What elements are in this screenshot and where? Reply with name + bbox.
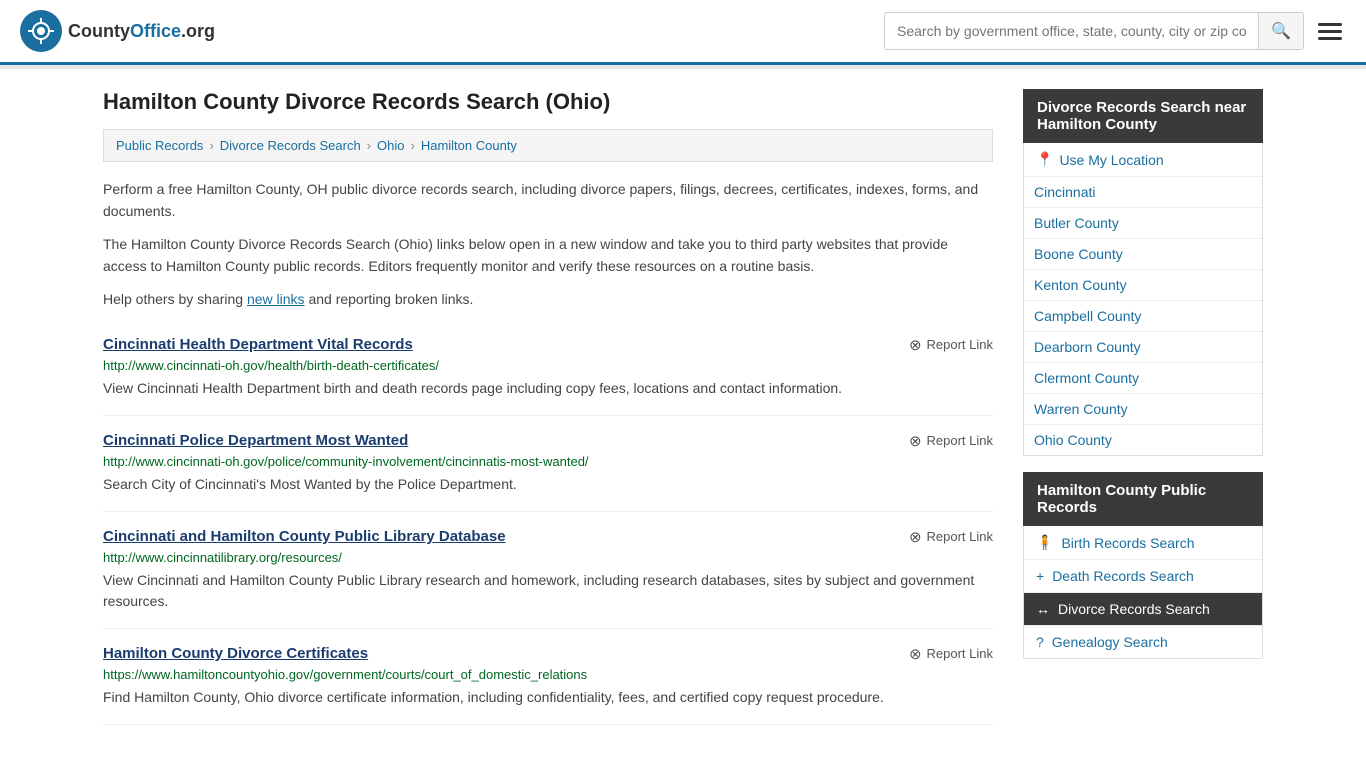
record-title[interactable]: Cincinnati Police Department Most Wanted xyxy=(103,432,408,449)
pr-item[interactable]: + Death Records Search xyxy=(1024,560,1262,593)
public-records-list: 🧍 Birth Records Search + Death Records Sear… xyxy=(1023,526,1263,659)
description-2: The Hamilton County Divorce Records Sear… xyxy=(103,233,993,278)
nearby-item[interactable]: Cincinnati xyxy=(1024,177,1262,208)
record-card: Hamilton County Divorce Certificates ⊗ R… xyxy=(103,629,993,725)
record-url[interactable]: http://www.cincinnati-oh.gov/police/comm… xyxy=(103,454,993,469)
page-title: Hamilton County Divorce Records Search (… xyxy=(103,89,993,115)
breadcrumb-public-records[interactable]: Public Records xyxy=(116,138,203,153)
logo-suffix: .org xyxy=(181,21,215,41)
record-title[interactable]: Cincinnati Health Department Vital Recor… xyxy=(103,336,413,353)
report-icon: ⊗ xyxy=(909,432,922,450)
nearby-list: 📍 Use My Location CincinnatiButler Count… xyxy=(1023,143,1263,456)
report-icon: ⊗ xyxy=(909,528,922,546)
search-button[interactable]: 🔍 xyxy=(1258,13,1303,49)
header-right: 🔍 xyxy=(884,12,1346,50)
record-description: Search City of Cincinnati's Most Wanted … xyxy=(103,474,993,495)
nearby-item[interactable]: Clermont County xyxy=(1024,363,1262,394)
menu-line-1 xyxy=(1318,23,1342,26)
report-link[interactable]: ⊗ Report Link xyxy=(909,645,993,663)
location-icon: 📍 xyxy=(1036,151,1053,168)
public-records-title: Hamilton County Public Records xyxy=(1023,472,1263,526)
breadcrumb-ohio[interactable]: Ohio xyxy=(377,138,404,153)
report-icon: ⊗ xyxy=(909,336,922,354)
description-3-pre: Help others by sharing xyxy=(103,291,247,307)
pr-label: Death Records Search xyxy=(1052,568,1194,584)
pr-item[interactable]: ? Genealogy Search xyxy=(1024,626,1262,658)
cross-icon: + xyxy=(1036,568,1044,584)
record-description: View Cincinnati Health Department birth … xyxy=(103,378,993,399)
report-link[interactable]: ⊗ Report Link xyxy=(909,432,993,450)
description-1: Perform a free Hamilton County, OH publi… xyxy=(103,178,993,223)
report-icon: ⊗ xyxy=(909,645,922,663)
record-description: View Cincinnati and Hamilton County Publ… xyxy=(103,570,993,612)
breadcrumb-hamilton-county[interactable]: Hamilton County xyxy=(421,138,517,153)
record-card-header: Cincinnati and Hamilton County Public Li… xyxy=(103,528,993,546)
description-3-post: and reporting broken links. xyxy=(305,291,474,307)
record-card-header: Cincinnati Police Department Most Wanted… xyxy=(103,432,993,450)
report-link[interactable]: ⊗ Report Link xyxy=(909,336,993,354)
nearby-item[interactable]: Campbell County xyxy=(1024,301,1262,332)
logo-icon xyxy=(20,10,62,52)
question-icon: ? xyxy=(1036,634,1044,650)
nearby-section: Divorce Records Search near Hamilton Cou… xyxy=(1023,89,1263,456)
new-links-link[interactable]: new links xyxy=(247,291,305,307)
report-label: Report Link xyxy=(927,529,993,544)
record-list: Cincinnati Health Department Vital Recor… xyxy=(103,320,993,725)
nearby-item[interactable]: Warren County xyxy=(1024,394,1262,425)
header: CountyOffice.org 🔍 xyxy=(0,0,1366,65)
report-link[interactable]: ⊗ Report Link xyxy=(909,528,993,546)
nearby-item[interactable]: Ohio County xyxy=(1024,425,1262,455)
record-card: Cincinnati and Hamilton County Public Li… xyxy=(103,512,993,629)
record-card-header: Hamilton County Divorce Certificates ⊗ R… xyxy=(103,645,993,663)
record-title[interactable]: Hamilton County Divorce Certificates xyxy=(103,645,368,662)
breadcrumb-divorce-records[interactable]: Divorce Records Search xyxy=(220,138,361,153)
logo-text: CountyOffice.org xyxy=(68,21,215,42)
record-url[interactable]: http://www.cincinnati-oh.gov/health/birt… xyxy=(103,358,993,373)
use-location-label: Use My Location xyxy=(1059,152,1163,168)
pr-label: Genealogy Search xyxy=(1052,634,1168,650)
report-label: Report Link xyxy=(927,337,993,352)
record-card-header: Cincinnati Health Department Vital Recor… xyxy=(103,336,993,354)
person-icon: 🧍 xyxy=(1036,534,1053,551)
nearby-item[interactable]: Boone County xyxy=(1024,239,1262,270)
breadcrumb-sep-1: › xyxy=(209,138,213,153)
menu-line-2 xyxy=(1318,30,1342,33)
search-input[interactable] xyxy=(885,15,1258,47)
report-label: Report Link xyxy=(927,433,993,448)
breadcrumb: Public Records › Divorce Records Search … xyxy=(103,129,993,162)
content-area: Hamilton County Divorce Records Search (… xyxy=(103,89,993,725)
record-card: Cincinnati Police Department Most Wanted… xyxy=(103,416,993,512)
record-url[interactable]: http://www.cincinnatilibrary.org/resourc… xyxy=(103,550,993,565)
search-bar: 🔍 xyxy=(884,12,1304,50)
record-title[interactable]: Cincinnati and Hamilton County Public Li… xyxy=(103,528,506,545)
description-3: Help others by sharing new links and rep… xyxy=(103,288,993,310)
logo-area: CountyOffice.org xyxy=(20,10,215,52)
nearby-item[interactable]: Dearborn County xyxy=(1024,332,1262,363)
pr-item[interactable]: 🧍 Birth Records Search xyxy=(1024,526,1262,560)
pr-item[interactable]: ↔ Divorce Records Search xyxy=(1024,593,1262,626)
arrows-icon: ↔ xyxy=(1036,601,1050,617)
menu-line-3 xyxy=(1318,37,1342,40)
nearby-title: Divorce Records Search near Hamilton Cou… xyxy=(1023,89,1263,143)
record-description: Find Hamilton County, Ohio divorce certi… xyxy=(103,687,993,708)
report-label: Report Link xyxy=(927,646,993,661)
breadcrumb-sep-3: › xyxy=(410,138,414,153)
record-card: Cincinnati Health Department Vital Recor… xyxy=(103,320,993,416)
main-container: Hamilton County Divorce Records Search (… xyxy=(83,69,1283,745)
use-location-link[interactable]: 📍 Use My Location xyxy=(1024,143,1262,177)
pr-label: Divorce Records Search xyxy=(1058,601,1210,617)
nearby-item[interactable]: Kenton County xyxy=(1024,270,1262,301)
sidebar: Divorce Records Search near Hamilton Cou… xyxy=(1023,89,1263,725)
logo-office: Office xyxy=(130,21,181,41)
public-records-section: Hamilton County Public Records 🧍 Birth Re… xyxy=(1023,472,1263,659)
menu-button[interactable] xyxy=(1314,19,1346,44)
nearby-item[interactable]: Butler County xyxy=(1024,208,1262,239)
record-url[interactable]: https://www.hamiltoncountyohio.gov/gover… xyxy=(103,667,993,682)
pr-label: Birth Records Search xyxy=(1061,535,1194,551)
nearby-items: CincinnatiButler CountyBoone CountyKento… xyxy=(1024,177,1262,455)
breadcrumb-sep-2: › xyxy=(367,138,371,153)
